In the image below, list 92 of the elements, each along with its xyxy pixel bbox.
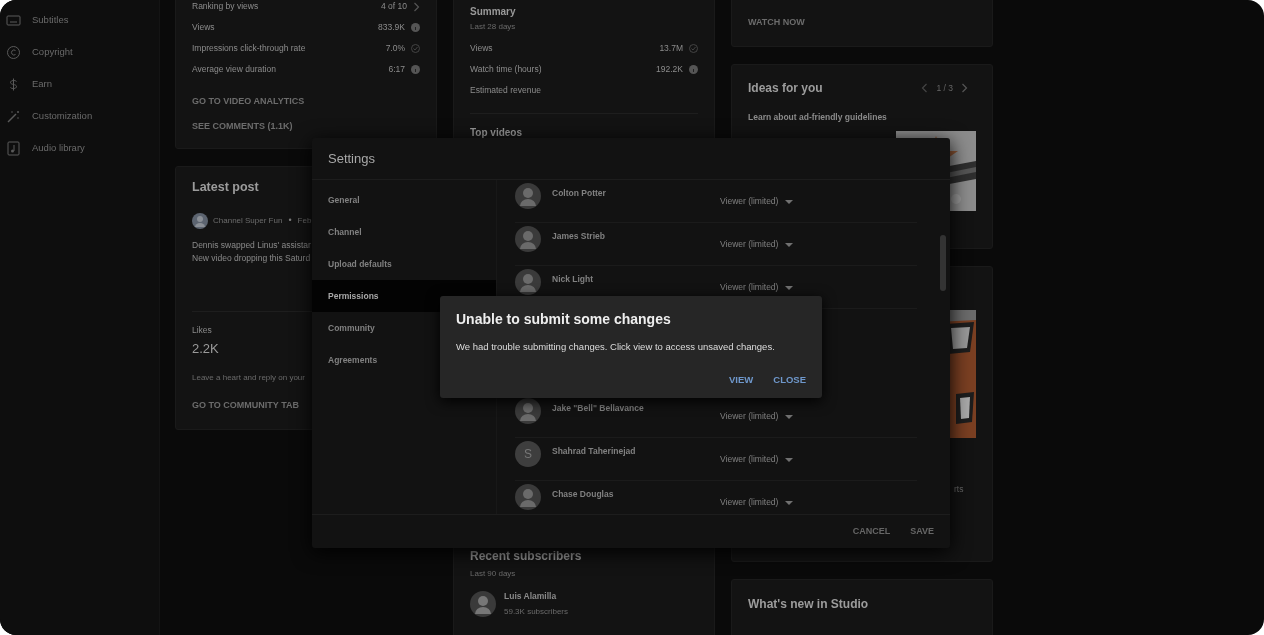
nav-item[interactable]: Upload defaults — [312, 248, 496, 280]
magic-wand-icon — [6, 108, 21, 124]
chevron-right-icon — [413, 1, 420, 12]
period-label: Last 90 days — [470, 568, 516, 580]
sidebar-item[interactable]: Copyright — [0, 36, 159, 68]
check-circle-icon — [689, 44, 698, 53]
dialog-button[interactable]: SAVE — [904, 520, 940, 543]
stat-value: 7.0% — [385, 42, 405, 55]
link[interactable]: GO TO VIDEO ANALYTICS — [192, 89, 305, 114]
link[interactable]: GO TO COMMUNITY TAB — [192, 393, 299, 418]
separator: • — [288, 214, 292, 227]
member-name: Colton Potter — [551, 187, 607, 200]
caption-text: rts — [954, 483, 964, 496]
info-icon — [411, 65, 420, 74]
section-title: Top videos — [470, 126, 524, 140]
card-title: Latest post — [192, 179, 260, 196]
role-dropdown[interactable]: Viewer (limited) — [720, 279, 794, 296]
nav-item[interactable]: Channel — [312, 216, 496, 248]
stat-label: Ranking by views — [192, 0, 259, 13]
card-title: What's new in Studio — [748, 596, 870, 613]
likes-count: 2.2K — [192, 339, 219, 358]
avatar — [515, 269, 541, 295]
post-text: New video dropping this Saturd — [192, 251, 311, 265]
caret-icon — [785, 285, 794, 290]
avatar — [515, 183, 541, 209]
music-note-icon — [6, 140, 21, 156]
role-dropdown[interactable]: Viewer (limited) — [720, 408, 794, 425]
alert-title: Unable to submit some changes — [456, 310, 672, 329]
stat-value: 192.2K — [656, 63, 683, 76]
link[interactable]: WATCH NOW — [748, 15, 805, 29]
info-icon — [689, 65, 698, 74]
copyright-icon — [6, 44, 21, 60]
sidebar-item[interactable]: Customization — [0, 100, 159, 132]
caret-icon — [785, 199, 794, 204]
member-name: James Strieb — [551, 230, 606, 243]
role-dropdown[interactable]: Viewer (limited) — [720, 193, 794, 210]
stat-label: Views — [470, 42, 493, 55]
card-title: Recent subscribers — [470, 548, 583, 565]
post-date: Feb — [297, 214, 312, 227]
avatar — [470, 590, 496, 617]
chevron-left-icon[interactable] — [921, 83, 929, 93]
stat-value: 13.7M — [659, 42, 683, 55]
sidebar-item[interactable]: Earn — [0, 68, 159, 100]
member-name: Nick Light — [551, 273, 595, 286]
sidebar-item[interactable]: Audio library — [0, 132, 159, 164]
subscriber-count: 59.3K subscribers — [504, 605, 569, 618]
member-name: Chase Douglas — [551, 488, 615, 501]
stat-value: 6:17 — [388, 63, 405, 76]
scrollbar[interactable] — [940, 235, 946, 291]
avatar — [192, 212, 208, 229]
nav-item[interactable]: General — [312, 184, 496, 216]
avatar — [515, 398, 541, 424]
stat-value: 4 of 10 — [381, 0, 407, 13]
alert-button[interactable]: CLOSE — [767, 368, 812, 391]
card-title: Summary — [470, 5, 517, 19]
stat-value: 833.9K — [378, 21, 405, 34]
card-title: Ideas for you — [748, 80, 823, 97]
stat-label: Average view duration — [192, 63, 276, 76]
caret-icon — [785, 500, 794, 505]
stat-label: Estimated revenue — [470, 84, 541, 97]
post-text: Dennis swapped Linus' assistar — [192, 238, 311, 252]
caret-icon — [785, 242, 794, 247]
member-name: Jake "Bell" Bellavance — [551, 402, 645, 415]
alert-message: We had trouble submitting changes. Click view to access unsaved changes. — [456, 340, 776, 354]
info-icon — [411, 23, 420, 32]
role-dropdown[interactable]: Viewer (limited) — [720, 236, 794, 253]
member-name: Shahrad Taherinejad — [551, 445, 637, 458]
caret-icon — [785, 414, 794, 419]
period-label: Last 28 days — [470, 21, 516, 33]
check-circle-icon — [411, 44, 420, 53]
sidebar-item[interactable]: Subtitles — [0, 4, 159, 36]
idea-headline: Learn about ad-friendly guidelines — [748, 111, 888, 124]
caret-icon — [785, 457, 794, 462]
page-indicator: 1 / 3 — [936, 81, 953, 95]
alert-button[interactable]: VIEW — [723, 368, 760, 391]
hint-text: Leave a heart and reply on your — [192, 372, 305, 384]
avatar — [515, 226, 541, 252]
role-dropdown[interactable]: Viewer (limited) — [720, 494, 794, 511]
captions-icon — [6, 12, 21, 28]
subscriber-name: Luis Alamilla — [504, 590, 558, 603]
avatar: S — [515, 441, 541, 467]
author-name: Channel Super Fun — [213, 214, 283, 227]
stat-label: Watch time (hours) — [470, 63, 542, 76]
stat-label: Impressions click-through rate — [192, 42, 306, 55]
dialog-button[interactable]: CANCEL — [846, 520, 897, 543]
chevron-right-icon[interactable] — [961, 83, 968, 93]
stat-label: Views — [192, 21, 215, 34]
role-dropdown[interactable]: Viewer (limited) — [720, 451, 794, 468]
link[interactable]: SEE COMMENTS (1.1K) — [192, 114, 293, 139]
avatar — [515, 484, 541, 510]
likes-label: Likes — [192, 323, 212, 337]
dialog-title: Settings — [312, 138, 950, 180]
